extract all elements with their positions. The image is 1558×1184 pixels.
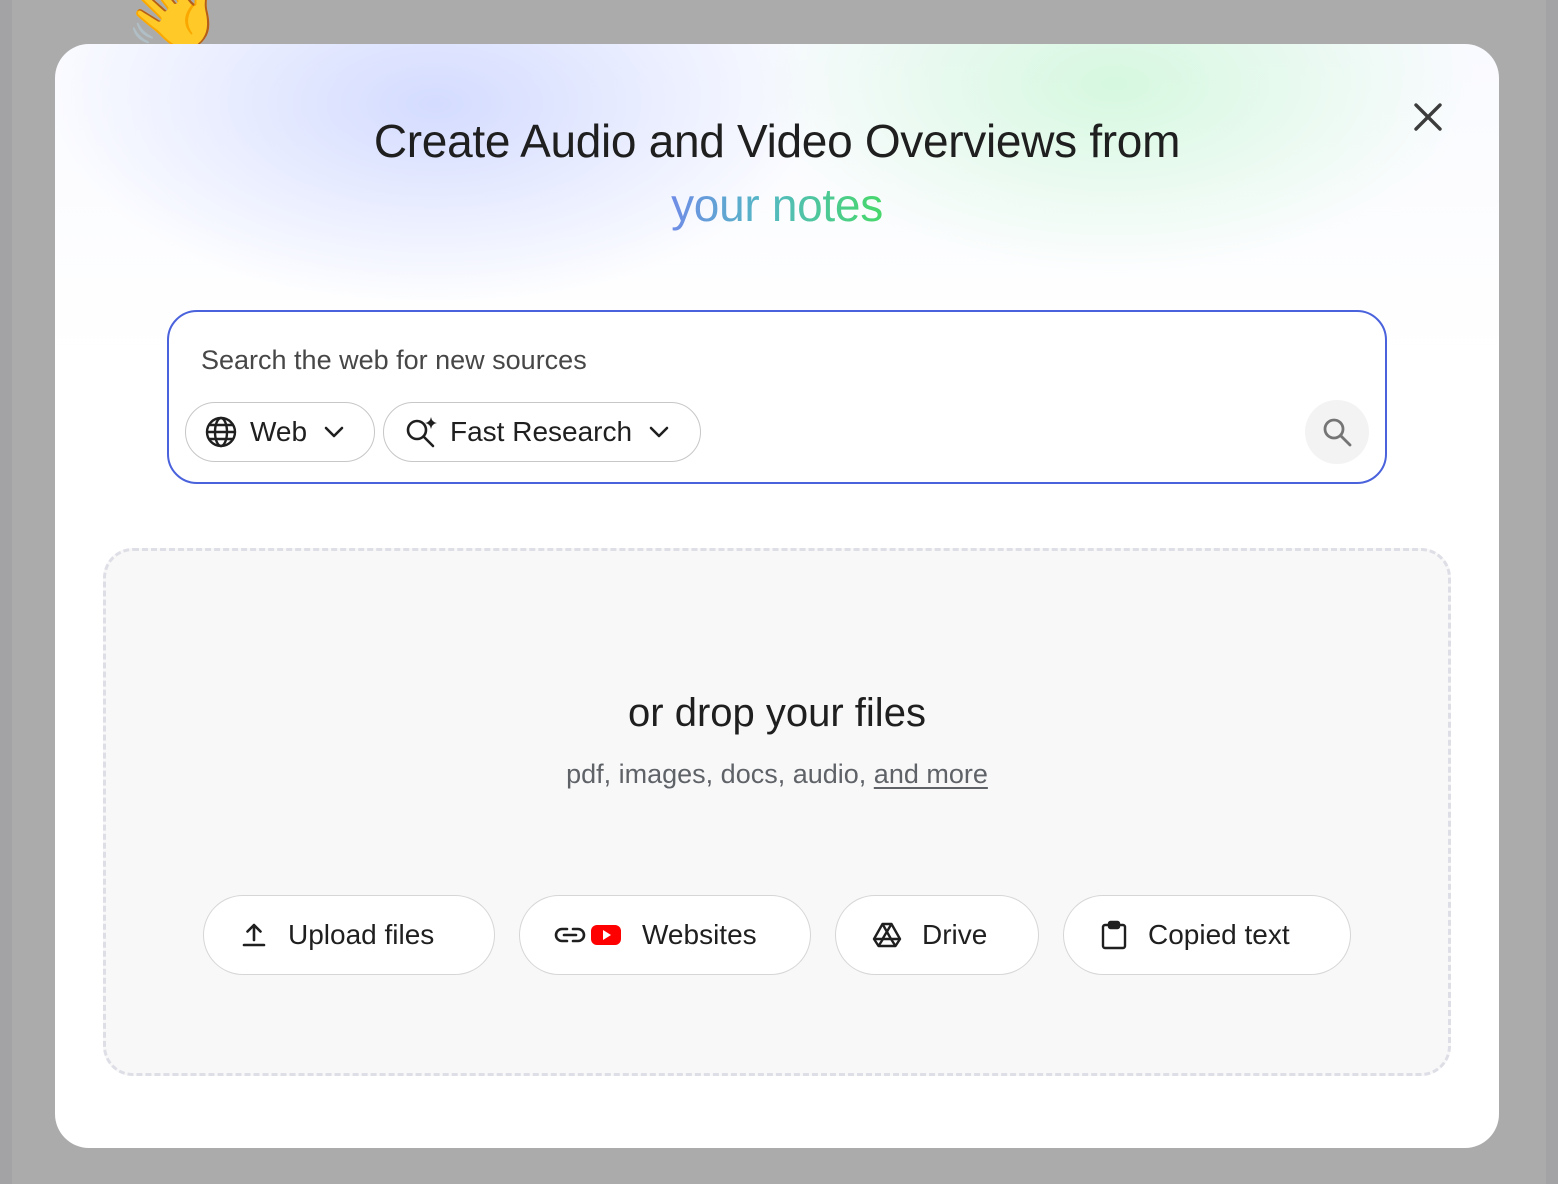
drop-zone-title: or drop your files — [628, 691, 926, 735]
background-left-edge — [0, 0, 12, 1184]
drop-zone-subtitle: pdf, images, docs, audio, and more — [106, 759, 1448, 790]
clipboard-icon — [1100, 920, 1128, 950]
search-submit-button[interactable] — [1305, 400, 1369, 464]
background-right-edge — [1546, 0, 1558, 1184]
link-icon — [554, 925, 586, 945]
drive-button[interactable]: Drive — [835, 895, 1039, 975]
dialog-title-line1: Create Audio and Video Overviews from — [373, 115, 1181, 167]
source-type-label: Web — [250, 416, 308, 447]
chevron-down-icon — [323, 425, 345, 439]
websites-label: Websites — [642, 919, 757, 950]
research-mode-dropdown[interactable]: Fast Research — [383, 402, 701, 462]
and-more-link[interactable]: and more — [874, 759, 988, 789]
dialog-title-highlight: your notes — [671, 179, 883, 231]
web-search-box: Web Fast Research — [167, 310, 1387, 484]
file-drop-zone[interactable]: or drop your files pdf, images, docs, au… — [103, 548, 1451, 1076]
websites-button[interactable]: Websites — [519, 895, 811, 975]
research-mode-label: Fast Research — [450, 416, 633, 447]
upload-files-label: Upload files — [288, 919, 435, 950]
search-icon — [1323, 418, 1352, 447]
dialog-title: Create Audio and Video Overviews from yo… — [55, 109, 1499, 237]
chevron-down-icon — [648, 425, 670, 439]
drive-icon — [872, 921, 902, 949]
upload-files-button[interactable]: Upload files — [203, 895, 495, 975]
drive-label: Drive — [922, 919, 988, 950]
copied-text-label: Copied text — [1148, 919, 1290, 950]
supported-types-text: pdf, images, docs, audio, — [566, 759, 874, 789]
globe-icon — [204, 415, 238, 449]
web-search-input[interactable] — [199, 334, 1283, 386]
add-sources-dialog: Create Audio and Video Overviews from yo… — [55, 44, 1499, 1148]
sparkle-search-icon — [404, 415, 438, 449]
copied-text-button[interactable]: Copied text — [1063, 895, 1351, 975]
source-type-dropdown[interactable]: Web — [185, 402, 375, 462]
upload-icon — [240, 921, 268, 949]
youtube-icon — [590, 923, 622, 947]
